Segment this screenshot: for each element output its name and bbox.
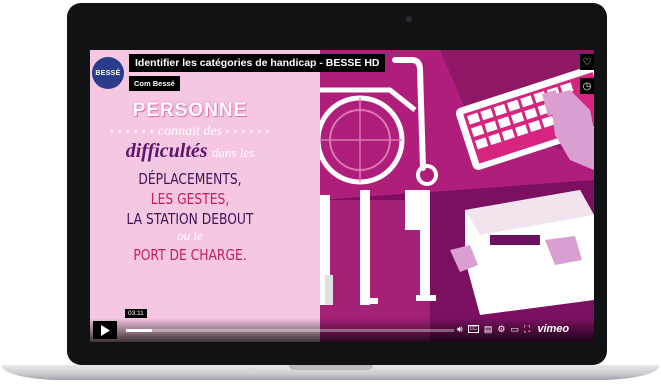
gear-icon[interactable]: ⚙ [497, 324, 505, 335]
time-tooltip: 03:11 [125, 309, 147, 318]
slide-line-gestes: LES GESTES, [150, 190, 230, 208]
control-icons: 🔊︎ CC ▤ ⚙ ▭ ⛶ vimeo [457, 323, 569, 335]
pip-icon[interactable]: ▭ [511, 324, 520, 335]
illustration-scene [320, 50, 594, 342]
volume-icon[interactable]: 🔊︎ [457, 324, 463, 335]
heart-icon: ♡ [582, 56, 592, 68]
fullscreen-icon[interactable]: ⛶ [524, 324, 530, 335]
video-title[interactable]: Identifier les catégories de handicap - … [129, 54, 386, 72]
slide-line-connait: connait des [157, 124, 223, 139]
player-controls: 03:11 🔊︎ CC ▤ ⚙ ▭ ⛶ vimeo [90, 309, 594, 342]
slide-line-deplacements: DÉPLACEMENTS, [138, 170, 242, 188]
progress-fill [126, 329, 153, 332]
slide-line-personne: PERSONNE [132, 100, 248, 121]
slide-line-port: PORT DE CHARGE. [133, 246, 247, 264]
video-frame[interactable]: PERSONNE • • • • • • connait des • • • •… [90, 50, 594, 342]
cc-icon[interactable]: CC [467, 325, 479, 333]
channel-name[interactable]: Com Bessé [129, 76, 180, 91]
slide-line-dans: dans les [212, 145, 255, 160]
play-icon [101, 324, 110, 336]
vimeo-logo[interactable]: vimeo [537, 323, 569, 335]
slide-text-panel: PERSONNE • • • • • • connait des • • • •… [90, 50, 320, 342]
camera-dot [406, 16, 412, 22]
slide-text: PERSONNE • • • • • • connait des • • • •… [90, 100, 290, 265]
play-button[interactable] [93, 321, 117, 339]
slide-line-oule: ou le [177, 228, 203, 243]
video-player[interactable]: PERSONNE • • • • • • connait des • • • •… [90, 50, 594, 342]
watch-later-button[interactable]: ◷ [580, 78, 594, 94]
transcript-icon[interactable]: ▤ [484, 324, 493, 335]
laptop-notch [289, 365, 373, 370]
clock-icon: ◷ [582, 80, 592, 92]
progress-bar[interactable] [126, 329, 454, 332]
like-button[interactable]: ♡ [580, 54, 594, 70]
slide-line-station: LA STATION DEBOUT [126, 210, 254, 228]
channel-logo[interactable]: BESSÉ [92, 57, 124, 89]
slide-line-difficultes: difficultés [125, 140, 208, 162]
